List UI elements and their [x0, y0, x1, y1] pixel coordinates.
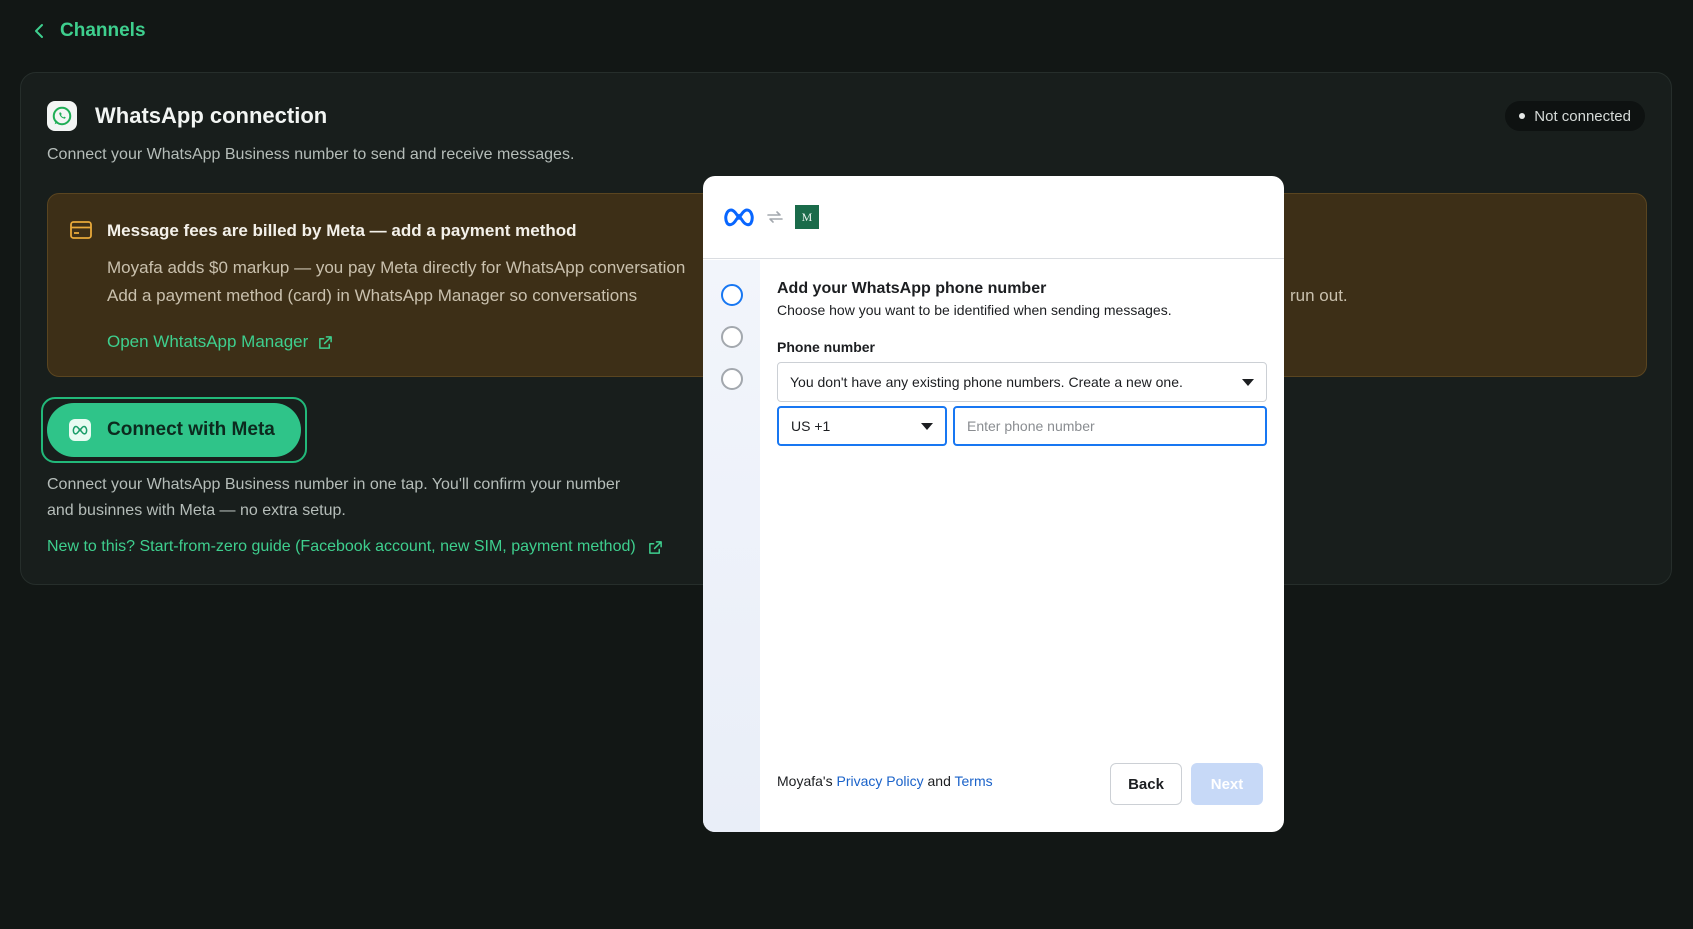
- notice-link-label: Open WhtatsApp Manager: [107, 332, 309, 351]
- meta-signup-modal: M Add your WhatsApp phone number Choose …: [703, 176, 1284, 832]
- modal-header: M: [703, 176, 1284, 259]
- meta-logo-icon: [724, 208, 754, 227]
- card-title: WhatsApp connection: [95, 103, 328, 128]
- step-3-indicator: [721, 368, 743, 390]
- phone-entry-row: US +1: [777, 406, 1269, 446]
- modal-title: Add your WhatsApp phone number: [777, 280, 1047, 297]
- sync-icon: [767, 211, 783, 223]
- back-button[interactable]: Back: [1110, 763, 1182, 805]
- status-badge: Not connected: [1505, 101, 1645, 131]
- footer-and: and: [927, 773, 951, 789]
- step-2-indicator: [721, 326, 743, 348]
- card-header: WhatsApp connection: [47, 101, 327, 131]
- start-from-zero-guide-link[interactable]: New to this? Start-from-zero guide (Face…: [47, 538, 663, 556]
- privacy-policy-link[interactable]: Privacy Policy: [836, 773, 923, 789]
- footer-prefix: Moyafa's: [777, 773, 833, 789]
- guide-link-label: New to this? Start-from-zero guide (Face…: [47, 538, 636, 555]
- notice-text-line1: Moyafa adds $0 markup — you pay Meta dir…: [107, 258, 686, 277]
- modal-subtitle: Choose how you want to be identified whe…: [777, 302, 1172, 318]
- modal-body: Add your WhatsApp phone number Choose ho…: [777, 280, 1269, 446]
- notice-text-tail: run out.: [1290, 286, 1348, 305]
- external-link-icon: [648, 540, 662, 554]
- phone-number-input[interactable]: [953, 406, 1267, 446]
- connect-help-text: Connect your WhatsApp Business number in…: [47, 476, 621, 519]
- notice-text-line2: Add a payment method (card) in WhatsApp …: [107, 286, 638, 305]
- connect-button-label: Connect with Meta: [107, 419, 275, 440]
- connect-button-focus-ring: Connect with Meta: [41, 397, 307, 463]
- step-1-indicator: [721, 284, 743, 306]
- country-code-select[interactable]: US +1: [777, 406, 947, 446]
- chevron-left-icon: [35, 24, 43, 38]
- existing-phone-value: You don't have any existing phone number…: [790, 374, 1183, 390]
- progress-stepper: [703, 260, 760, 832]
- status-dot-icon: [1519, 113, 1526, 119]
- terms-link[interactable]: Terms: [955, 773, 993, 789]
- legal-footer: Moyafa's Privacy Policy and Terms: [777, 773, 993, 789]
- connect-with-meta-button[interactable]: Connect with Meta: [47, 403, 301, 457]
- external-link-icon: [319, 335, 333, 349]
- notice-title: Message fees are billed by Meta — add a …: [107, 221, 577, 240]
- open-whatsapp-manager-link[interactable]: Open WhtatsApp Manager: [107, 332, 333, 352]
- app-badge: M: [795, 205, 819, 229]
- credit-card-icon: [70, 221, 92, 239]
- card-subtitle: Connect your WhatsApp Business number to…: [47, 146, 575, 163]
- back-link-label: Channels: [60, 20, 146, 41]
- phone-number-label: Phone number: [777, 339, 876, 355]
- status-text: Not connected: [1534, 107, 1631, 125]
- whatsapp-icon: [47, 101, 77, 131]
- country-code-value: US +1: [791, 418, 831, 434]
- next-button[interactable]: Next: [1191, 763, 1263, 805]
- meta-icon: [69, 419, 91, 441]
- caret-down-icon: [921, 422, 933, 430]
- existing-phone-select[interactable]: You don't have any existing phone number…: [777, 362, 1267, 402]
- back-to-channels-link[interactable]: Channels: [32, 20, 146, 42]
- caret-down-icon: [1242, 378, 1254, 386]
